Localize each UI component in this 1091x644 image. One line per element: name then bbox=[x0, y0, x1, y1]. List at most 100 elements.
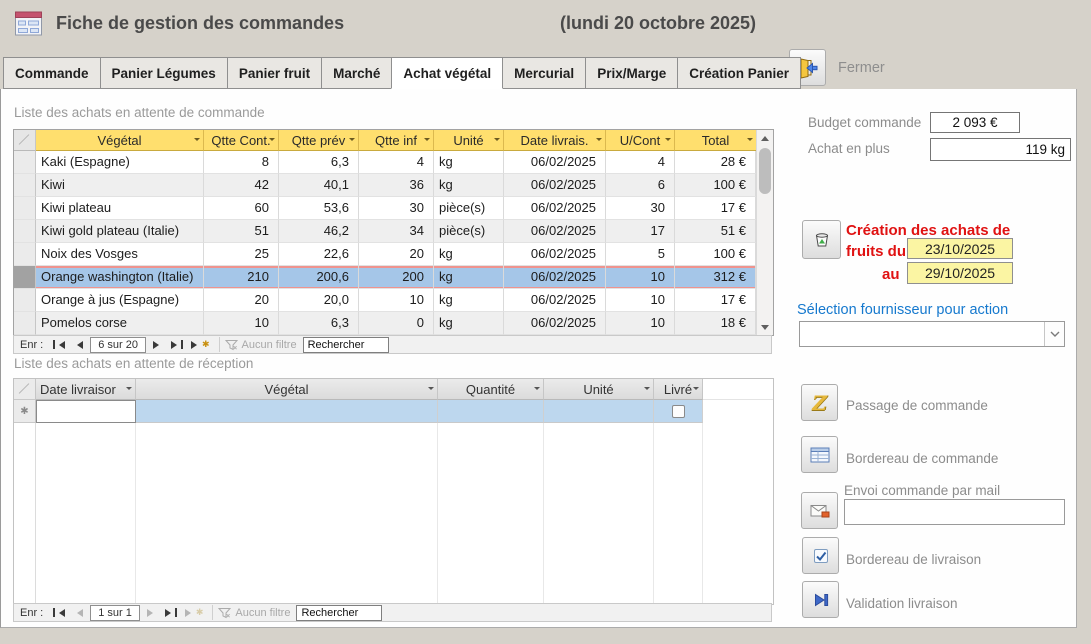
column-header-qtte-inf[interactable]: Qtte inf bbox=[359, 130, 434, 151]
date-from-field[interactable]: 23/10/2025 bbox=[907, 238, 1013, 259]
select-all-corner[interactable] bbox=[14, 130, 36, 151]
previous-record-icon[interactable] bbox=[73, 341, 83, 349]
table-row[interactable]: Pomelos corse 10 6,3 0 kg 06/02/2025 10 … bbox=[14, 312, 773, 335]
cell-u-cont[interactable]: 5 bbox=[606, 243, 675, 266]
tab[interactable]: Création Panier bbox=[677, 57, 801, 89]
dropdown-arrow-icon[interactable] bbox=[644, 387, 650, 393]
last-record-icon[interactable] bbox=[165, 608, 177, 617]
cell-qtte-prev[interactable]: 6,3 bbox=[279, 151, 359, 174]
cell-date-livraison-edit[interactable] bbox=[36, 400, 136, 423]
cell-vegetal[interactable]: Kiwi plateau bbox=[36, 197, 204, 220]
chevron-down-icon[interactable] bbox=[1044, 322, 1064, 346]
date-to-field[interactable]: 29/10/2025 bbox=[907, 262, 1013, 284]
cell-vegetal[interactable]: Kiwi gold plateau (Italie) bbox=[36, 220, 204, 243]
column-header-date-livraison[interactable]: Date livraisor bbox=[36, 379, 136, 400]
last-record-icon[interactable] bbox=[171, 340, 183, 349]
row-selector[interactable] bbox=[14, 289, 36, 312]
row-selector[interactable] bbox=[14, 174, 36, 197]
cell-qtte-cont[interactable]: 10 bbox=[204, 312, 279, 335]
cell-unite[interactable] bbox=[544, 400, 654, 423]
tab[interactable]: Commande bbox=[3, 57, 101, 89]
new-record-icon[interactable]: ✱ bbox=[191, 340, 210, 349]
tab[interactable]: Panier fruit bbox=[227, 57, 322, 89]
cell-unite[interactable]: kg bbox=[434, 151, 504, 174]
new-record-icon[interactable]: ✱ bbox=[185, 608, 204, 617]
cell-u-cont[interactable]: 4 bbox=[606, 151, 675, 174]
validate-delivery-button[interactable] bbox=[802, 581, 839, 618]
tab[interactable]: Prix/Marge bbox=[585, 57, 678, 89]
next-record-icon[interactable] bbox=[153, 341, 163, 349]
sort-asc-icon[interactable] bbox=[428, 387, 434, 393]
cell-date-livrais[interactable]: 06/02/2025 bbox=[504, 174, 606, 197]
column-header-unite[interactable]: Unité bbox=[544, 379, 654, 400]
cell-total[interactable]: 17 € bbox=[675, 289, 756, 312]
sort-asc-icon[interactable] bbox=[126, 387, 132, 393]
dropdown-arrow-icon[interactable] bbox=[693, 387, 699, 393]
cell-qtte-inf[interactable]: 20 bbox=[359, 243, 434, 266]
row-selector[interactable] bbox=[14, 266, 36, 289]
cell-qtte-inf[interactable]: 200 bbox=[359, 266, 434, 289]
row-selector[interactable] bbox=[14, 151, 36, 174]
budget-value-field[interactable]: 2 093 € bbox=[930, 112, 1020, 133]
cell-u-cont[interactable]: 30 bbox=[606, 197, 675, 220]
mail-address-input[interactable] bbox=[844, 499, 1065, 525]
cell-qtte-cont[interactable]: 8 bbox=[204, 151, 279, 174]
cell-qtte-inf[interactable]: 4 bbox=[359, 151, 434, 174]
cell-qtte-inf[interactable]: 34 bbox=[359, 220, 434, 243]
first-record-icon[interactable] bbox=[53, 340, 65, 349]
cell-date-livrais[interactable]: 06/02/2025 bbox=[504, 266, 606, 289]
cell-date-livrais[interactable]: 06/02/2025 bbox=[504, 312, 606, 335]
row-selector[interactable] bbox=[14, 312, 36, 335]
cell-qtte-inf[interactable]: 36 bbox=[359, 174, 434, 197]
table-row[interactable]: Orange à jus (Espagne) 20 20,0 10 kg 06/… bbox=[14, 289, 773, 312]
search-input[interactable]: Rechercher bbox=[303, 337, 389, 353]
cell-u-cont[interactable]: 17 bbox=[606, 220, 675, 243]
column-header-vegetal[interactable]: Végétal bbox=[36, 130, 204, 151]
cell-total[interactable]: 18 € bbox=[675, 312, 756, 335]
column-header-total[interactable]: Total bbox=[675, 130, 756, 151]
vertical-scrollbar[interactable] bbox=[756, 130, 773, 335]
select-all-corner[interactable] bbox=[14, 379, 36, 400]
filter-status[interactable]: Aucun filtre bbox=[218, 607, 290, 619]
cell-qtte-cont[interactable]: 210 bbox=[204, 266, 279, 289]
cell-total[interactable]: 51 € bbox=[675, 220, 756, 243]
send-order-mail-button[interactable] bbox=[801, 492, 838, 529]
cell-u-cont[interactable]: 10 bbox=[606, 289, 675, 312]
cell-qtte-inf[interactable]: 10 bbox=[359, 289, 434, 312]
cell-qtte-prev[interactable]: 20,0 bbox=[279, 289, 359, 312]
new-record-row[interactable]: ✱ bbox=[14, 400, 773, 423]
cell-unite[interactable]: kg bbox=[434, 243, 504, 266]
cell-quantite[interactable] bbox=[438, 400, 544, 423]
filter-status[interactable]: Aucun filtre bbox=[225, 339, 297, 351]
column-header-qtte-prev[interactable]: Qtte prév bbox=[279, 130, 359, 151]
table-row[interactable]: Orange washington (Italie) 210 200,6 200… bbox=[14, 266, 773, 289]
cell-vegetal[interactable]: Kaki (Espagne) bbox=[36, 151, 204, 174]
row-selector[interactable] bbox=[14, 220, 36, 243]
search-input[interactable]: Rechercher bbox=[296, 605, 382, 621]
cell-qtte-prev[interactable]: 40,1 bbox=[279, 174, 359, 197]
cell-date-livrais[interactable]: 06/02/2025 bbox=[504, 197, 606, 220]
cell-date-livrais[interactable]: 06/02/2025 bbox=[504, 220, 606, 243]
dropdown-arrow-icon[interactable] bbox=[424, 138, 430, 144]
cell-u-cont[interactable]: 10 bbox=[606, 266, 675, 289]
cell-date-livrais[interactable]: 06/02/2025 bbox=[504, 243, 606, 266]
first-record-icon[interactable] bbox=[53, 608, 65, 617]
table-row[interactable]: Kiwi plateau 60 53,6 30 pièce(s) 06/02/2… bbox=[14, 197, 773, 220]
cell-unite[interactable]: kg bbox=[434, 312, 504, 335]
cell-unite[interactable]: kg bbox=[434, 266, 504, 289]
scrollbar-thumb[interactable] bbox=[759, 148, 771, 194]
place-order-button[interactable]: Z bbox=[801, 384, 838, 421]
table-row[interactable]: Kiwi 42 40,1 36 kg 06/02/2025 6 100 € bbox=[14, 174, 773, 197]
cell-vegetal[interactable]: Kiwi bbox=[36, 174, 204, 197]
cell-vegetal[interactable]: Orange washington (Italie) bbox=[36, 266, 204, 289]
cell-total[interactable]: 100 € bbox=[675, 243, 756, 266]
dropdown-arrow-icon[interactable] bbox=[747, 138, 753, 144]
cell-unite[interactable]: kg bbox=[434, 289, 504, 312]
cell-u-cont[interactable]: 6 bbox=[606, 174, 675, 197]
dropdown-arrow-icon[interactable] bbox=[349, 138, 355, 144]
cell-date-livrais[interactable]: 06/02/2025 bbox=[504, 289, 606, 312]
cell-qtte-inf[interactable]: 0 bbox=[359, 312, 434, 335]
cell-total[interactable]: 17 € bbox=[675, 197, 756, 220]
dropdown-arrow-icon[interactable] bbox=[494, 138, 500, 144]
cell-date-livrais[interactable]: 06/02/2025 bbox=[504, 151, 606, 174]
